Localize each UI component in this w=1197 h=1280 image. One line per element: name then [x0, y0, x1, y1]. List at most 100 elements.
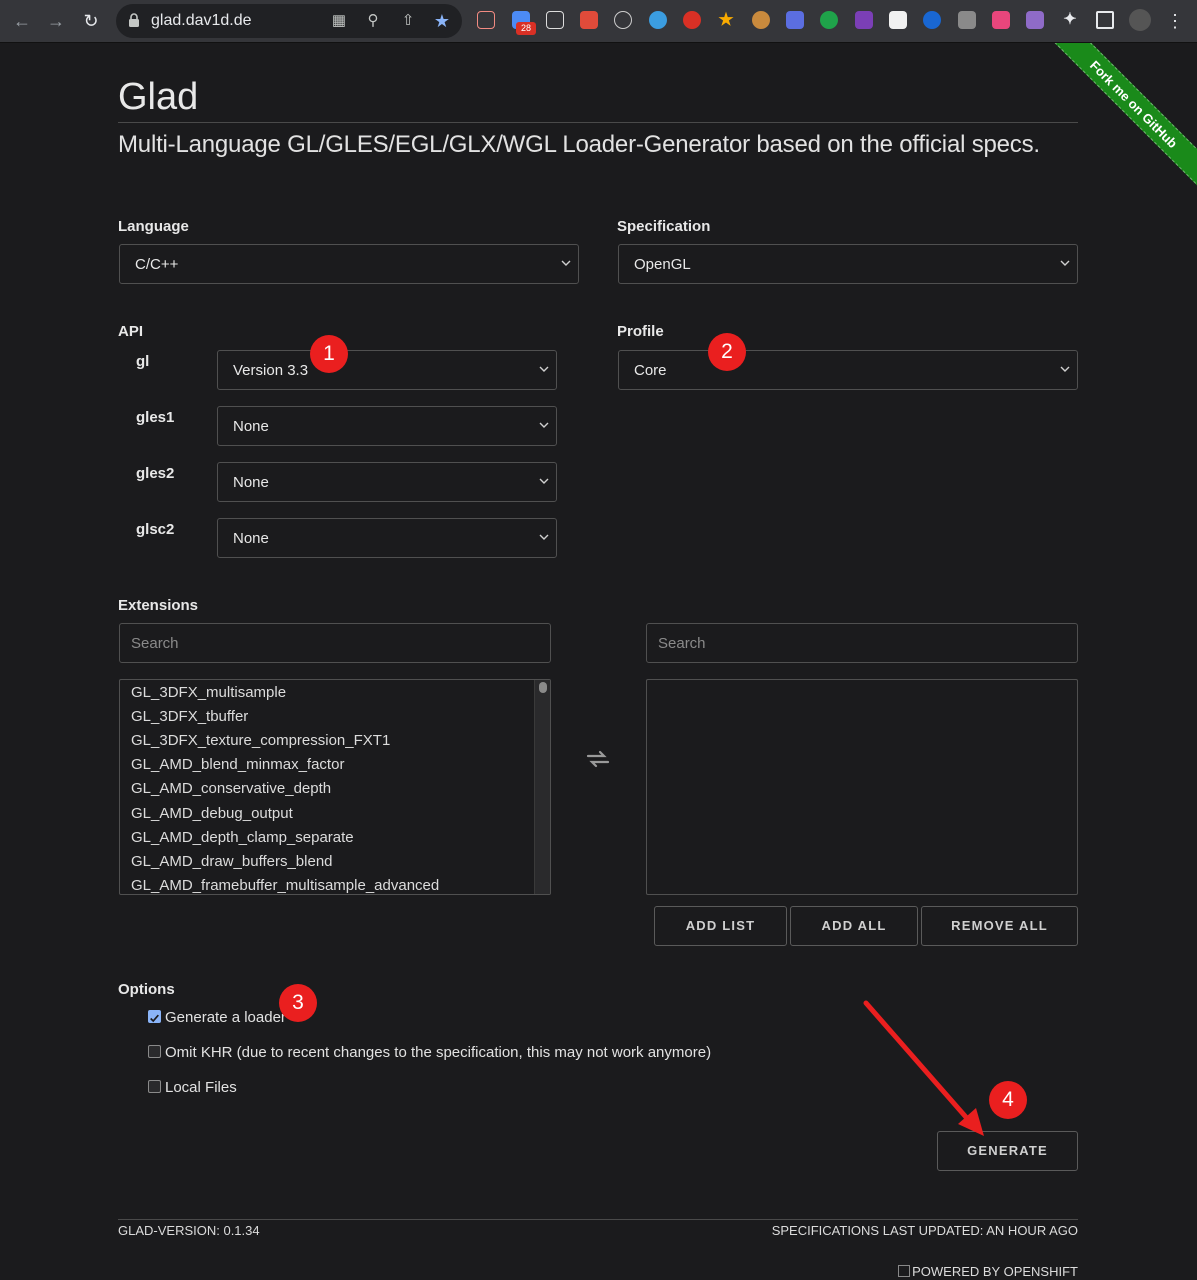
notes-extension-icon[interactable]	[580, 11, 598, 29]
remove-all-button[interactable]: REMOVE ALL	[921, 906, 1078, 946]
list-item[interactable]: GL_AMD_framebuffer_multisample_advanced	[131, 877, 439, 894]
glasses-extension-icon[interactable]	[546, 11, 564, 29]
local-files-label[interactable]: Local Files	[165, 1079, 237, 1096]
address-bar[interactable]: glad.dav1d.de ▦ ⚲ ⇧ ★	[116, 4, 462, 38]
block-extension-icon[interactable]	[683, 11, 701, 29]
reload-icon[interactable]: ↻	[79, 9, 103, 33]
list-item[interactable]: GL_AMD_draw_buffers_blend	[131, 853, 333, 870]
cat-extension-icon[interactable]	[477, 11, 495, 29]
add-all-button[interactable]: ADD ALL	[790, 906, 918, 946]
chevron-down-icon	[561, 260, 571, 266]
specification-value: OpenGL	[634, 256, 691, 273]
list-item[interactable]: GL_AMD_debug_output	[131, 805, 293, 822]
available-extensions-search-input[interactable]	[119, 623, 551, 663]
swap-arrows-icon[interactable]	[586, 750, 610, 768]
page-extension-icon[interactable]	[889, 11, 907, 29]
edit-extension-icon[interactable]	[958, 11, 976, 29]
menu-dots-icon[interactable]: ⋮	[1163, 9, 1187, 33]
options-label: Options	[118, 981, 175, 998]
api-gles2-select[interactable]: None	[217, 462, 557, 502]
list-item[interactable]: GL_3DFX_multisample	[131, 684, 286, 701]
extensions-label: Extensions	[118, 597, 199, 614]
profile-select[interactable]: Core	[618, 350, 1078, 390]
avatar[interactable]	[1129, 9, 1151, 31]
browser-toolbar: ← → ↻ glad.dav1d.de ▦ ⚲ ⇧ ★ 28 ★ ✦ ⋮	[0, 0, 1197, 43]
list-item[interactable]: GL_3DFX_texture_compression_FXT1	[131, 732, 390, 749]
chevron-down-icon	[539, 366, 549, 372]
sidebar-icon[interactable]	[1096, 11, 1114, 29]
cookie-extension-icon[interactable]	[752, 11, 770, 29]
language-label: Language	[118, 218, 189, 235]
chevron-down-icon	[539, 534, 549, 540]
step-marker-3: 3	[279, 984, 317, 1022]
chevron-down-icon	[1060, 366, 1070, 372]
star-extension-icon[interactable]: ★	[717, 11, 735, 29]
api-gles1-label: gles1	[136, 409, 175, 426]
github-ribbon[interactable]: Fork me on GitHub	[1047, 43, 1197, 193]
scrollbar[interactable]	[534, 680, 550, 894]
lock-icon	[129, 13, 139, 27]
glad-version: GLAD-VERSION: 0.1.34	[118, 1223, 260, 1238]
list-item[interactable]: GL_3DFX_tbuffer	[131, 708, 248, 725]
onenote-extension-icon[interactable]	[855, 11, 873, 29]
bookmark-star-icon[interactable]: ★	[433, 12, 451, 30]
chevron-down-icon	[539, 478, 549, 484]
api-gles2-label: gles2	[136, 465, 175, 482]
header-divider	[118, 122, 1078, 123]
chevron-down-icon	[539, 422, 549, 428]
omit-khr-checkbox[interactable]	[148, 1045, 161, 1058]
list-item[interactable]: GL_AMD_depth_clamp_separate	[131, 829, 354, 846]
api-gles2-value: None	[233, 474, 269, 491]
annotation-arrow	[863, 1000, 984, 1136]
list-item[interactable]: GL_AMD_blend_minmax_factor	[131, 756, 344, 773]
n-extension-icon[interactable]	[820, 11, 838, 29]
omit-khr-label[interactable]: Omit KHR (due to recent changes to the s…	[165, 1044, 711, 1061]
profile-value: Core	[634, 362, 667, 379]
api-gles1-select[interactable]: None	[217, 406, 557, 446]
url-text: glad.dav1d.de	[151, 12, 252, 29]
folder-extension-icon[interactable]	[923, 11, 941, 29]
powered-by-text: POWERED BY OPENSHIFT	[912, 1264, 1078, 1279]
octocat-extension-icon[interactable]	[1026, 11, 1044, 29]
jh-extension-icon[interactable]	[786, 11, 804, 29]
local-files-checkbox[interactable]	[148, 1080, 161, 1093]
api-glsc2-select[interactable]: None	[217, 518, 557, 558]
share-icon[interactable]: ⇧	[399, 12, 417, 30]
forward-icon[interactable]: →	[44, 9, 68, 33]
generate-loader-label[interactable]: Generate a loader	[165, 1009, 286, 1026]
specification-select[interactable]: OpenGL	[618, 244, 1078, 284]
translate-extension-icon[interactable]	[992, 11, 1010, 29]
page-title: Glad	[118, 76, 199, 118]
language-value: C/C++	[135, 256, 179, 273]
spy-extension-icon[interactable]	[614, 11, 632, 29]
scrollbar-thumb[interactable]	[539, 682, 547, 693]
api-gles1-value: None	[233, 418, 269, 435]
specs-updated: SPECIFICATIONS LAST UPDATED: AN HOUR AGO	[771, 1223, 1078, 1238]
api-gl-value: Version 3.3	[233, 362, 309, 379]
selected-extensions-list[interactable]	[646, 679, 1078, 895]
api-glsc2-value: None	[233, 530, 269, 547]
zoom-icon[interactable]: ⚲	[364, 12, 382, 30]
generate-loader-checkbox[interactable]	[148, 1010, 161, 1023]
notification-badge: 28	[516, 22, 536, 35]
add-list-button[interactable]: ADD LIST	[654, 906, 787, 946]
step-marker-4: 4	[989, 1081, 1027, 1119]
api-gl-select[interactable]: Version 3.3	[217, 350, 557, 390]
specification-label: Specification	[617, 218, 711, 235]
back-icon[interactable]: ←	[10, 9, 34, 33]
list-item[interactable]: GL_AMD_conservative_depth	[131, 780, 331, 797]
selected-extensions-search-input[interactable]	[646, 623, 1078, 663]
api-glsc2-label: glsc2	[136, 521, 175, 538]
footer-divider	[118, 1219, 1078, 1220]
puzzle-extensions-icon[interactable]: ✦	[1061, 11, 1079, 29]
translate-icon[interactable]: ▦	[330, 12, 348, 30]
github-ribbon-text[interactable]: Fork me on GitHub	[1047, 43, 1197, 193]
available-extensions-list[interactable]: GL_3DFX_multisample GL_3DFX_tbuffer GL_3…	[119, 679, 551, 895]
language-select[interactable]: C/C++	[119, 244, 579, 284]
globe-extension-icon[interactable]	[649, 11, 667, 29]
page-subtitle: Multi-Language GL/GLES/EGL/GLX/WGL Loade…	[118, 131, 1040, 158]
powered-by-openshift[interactable]: POWERED BY OPENSHIFT	[898, 1264, 1078, 1279]
broken-image-icon	[898, 1265, 911, 1277]
step-marker-1: 1	[310, 335, 348, 373]
api-label: API	[118, 323, 144, 340]
